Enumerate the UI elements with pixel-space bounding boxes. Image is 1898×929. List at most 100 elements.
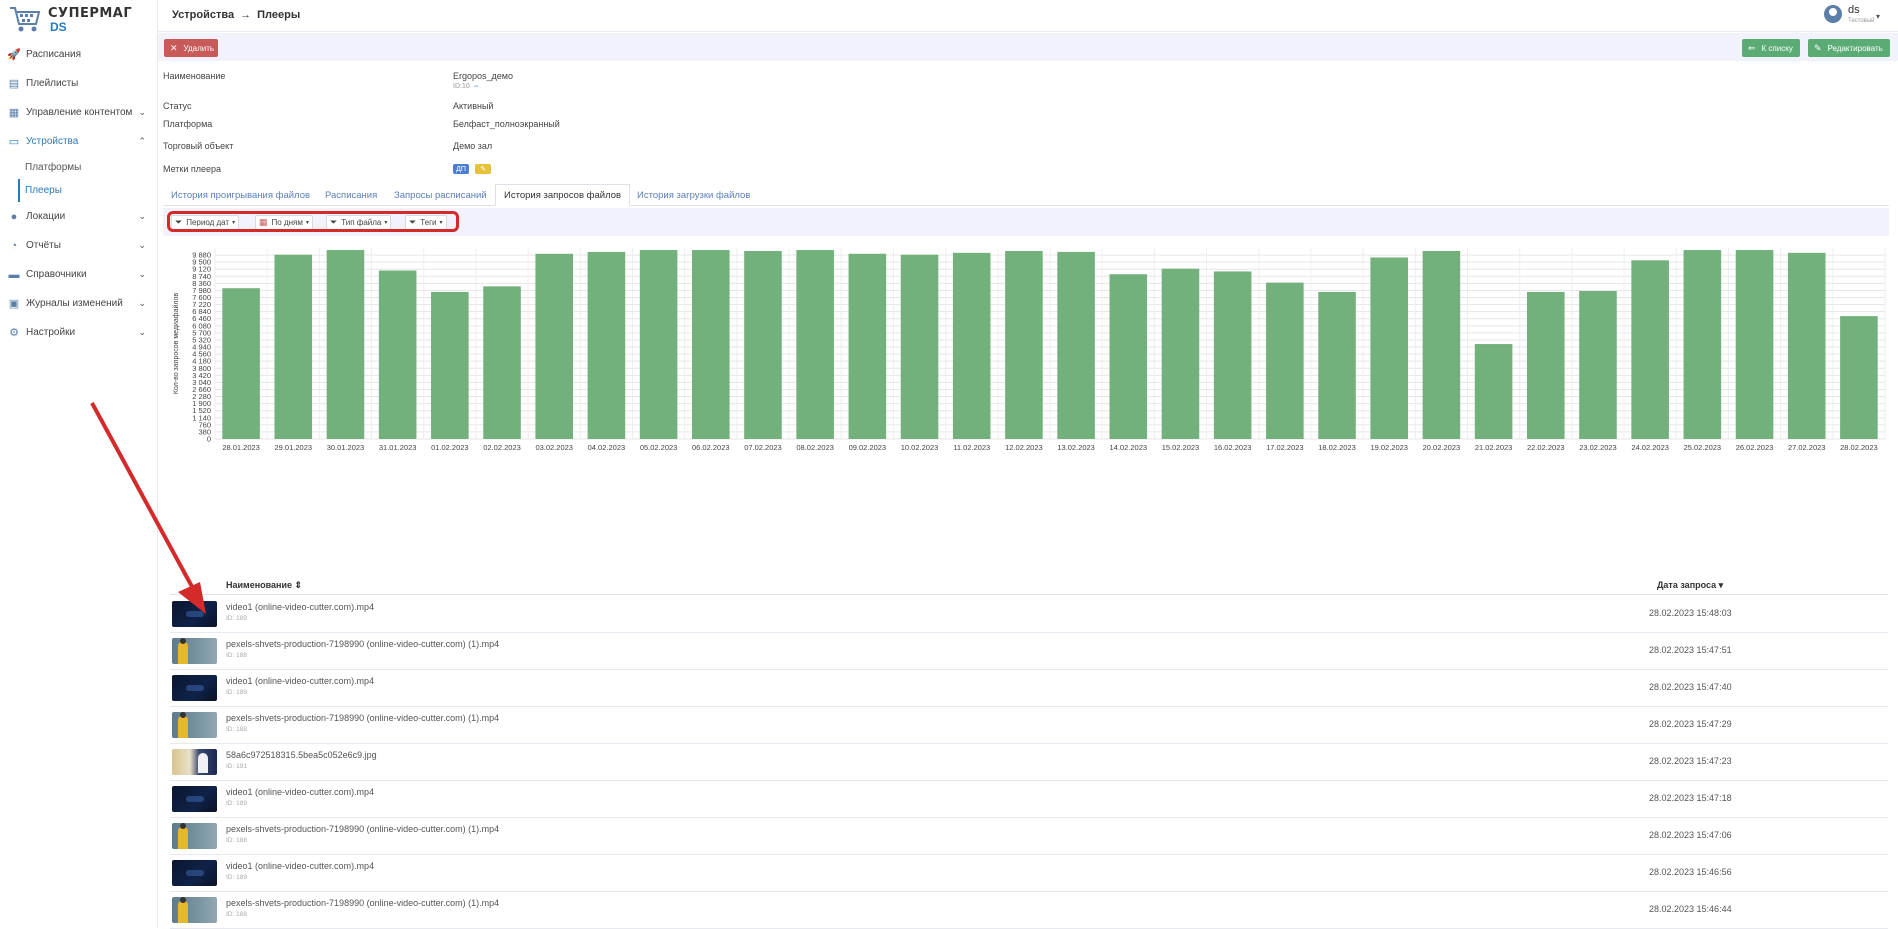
sidebar-item-change-logs[interactable]: ▣ Журналы изменений ⌄ xyxy=(0,289,158,318)
file-thumbnail[interactable] xyxy=(172,712,217,738)
edit-button[interactable]: ✎ Редактировать xyxy=(1808,39,1890,57)
sidebar-item-settings[interactable]: ⚙ Настройки ⌄ xyxy=(0,318,158,347)
sidebar-nav: 🚀 Расписания ▤ Плейлисты ▦ Управление контент… xyxy=(0,40,158,347)
request-date: 28.02.2023 15:47:40 xyxy=(1649,682,1732,692)
table-row[interactable]: video1 (online-video-cutter.com).mp4 ID: … xyxy=(170,855,1888,892)
x-tick-label: 23.02.2023 xyxy=(1579,443,1617,452)
file-thumbnail[interactable] xyxy=(172,823,217,849)
breadcrumb-devices[interactable]: Устройства xyxy=(172,9,234,21)
x-tick-label: 02.02.2023 xyxy=(483,443,521,452)
x-tick-label: 11.02.2023 xyxy=(953,443,990,452)
file-name: video1 (online-video-cutter.com).mp4 xyxy=(226,676,375,686)
file-name: video1 (online-video-cutter.com).mp4 xyxy=(226,787,375,797)
sidebar: СУПЕРМАГ DS 🚀 Расписания ▤ Плейлисты ▦ Управл… xyxy=(0,0,158,928)
file-thumbnail[interactable] xyxy=(172,675,217,701)
file-thumbnail[interactable] xyxy=(172,786,217,812)
file-thumbnail[interactable] xyxy=(172,601,217,627)
tab-file-request-history[interactable]: История запросов файлов xyxy=(495,184,631,206)
file-thumbnail[interactable] xyxy=(172,860,217,886)
sidebar-item-players[interactable]: Плееры xyxy=(18,179,158,202)
prop-label: Статус xyxy=(163,101,192,111)
tab-schedules[interactable]: Расписания xyxy=(317,184,385,206)
sidebar-item-locations[interactable]: ● Локации ⌄ xyxy=(0,202,158,231)
x-tick-label: 25.02.2023 xyxy=(1684,443,1722,452)
x-tick-label: 22.02.2023 xyxy=(1527,443,1565,452)
file-thumbnail[interactable] xyxy=(172,749,217,775)
tab-playback-history[interactable]: История проигрывания файлов xyxy=(163,184,318,206)
location-icon: ● xyxy=(10,210,18,223)
request-date: 28.02.2023 15:47:18 xyxy=(1649,793,1732,803)
sidebar-item-platforms[interactable]: Платформы xyxy=(18,156,158,179)
x-tick-label: 06.02.2023 xyxy=(692,443,730,452)
delete-button[interactable]: ✕ Удалить xyxy=(164,39,218,57)
chart-bar xyxy=(1005,250,1043,439)
tab-file-download-history[interactable]: История загрузки файлов xyxy=(629,184,758,206)
column-name-header[interactable]: Наименование ⇕ xyxy=(226,580,302,591)
file-id: ID: 188 xyxy=(226,726,247,733)
chart-bar xyxy=(1840,316,1878,439)
user-menu[interactable]: ds Тестовый ▾ xyxy=(1824,4,1884,27)
file-name: pexels-shvets-production-7198990 (online… xyxy=(226,824,500,834)
x-tick-label: 27.02.2023 xyxy=(1788,443,1826,452)
logo[interactable]: СУПЕРМАГ DS xyxy=(8,2,148,36)
back-to-list-button[interactable]: ⇐ К списку xyxy=(1742,39,1800,57)
file-thumbnail[interactable] xyxy=(172,638,217,664)
request-date: 28.02.2023 15:46:44 xyxy=(1649,904,1732,914)
prop-value: Ergopos_демо xyxy=(453,71,513,81)
tag-badge[interactable]: ДП xyxy=(453,164,469,174)
sidebar-item-devices[interactable]: ▭ Устройства ⌃ xyxy=(0,127,158,156)
chart-bar xyxy=(1213,271,1252,439)
table-row[interactable]: pexels-shvets-production-7198990 (online… xyxy=(170,892,1888,929)
action-bar: ✕ Удалить ⇐ К списку ✎ Редактировать xyxy=(158,33,1898,61)
table-row[interactable]: 58a6c972518315.5bea5c052e6c9.jpg ID: 191 2… xyxy=(170,744,1888,781)
file-thumbnail[interactable] xyxy=(172,897,217,923)
x-tick-label: 13.02.2023 xyxy=(1057,443,1095,452)
chart-bar xyxy=(1109,274,1148,439)
cart-logo-icon xyxy=(10,7,41,32)
sidebar-item-label: Управление контентом xyxy=(26,107,133,118)
file-id: ID: 188 xyxy=(226,652,247,659)
x-tick-label: 15.02.2023 xyxy=(1162,443,1200,452)
file-id: ID: 189 xyxy=(226,800,247,807)
x-tick-label: 10.02.2023 xyxy=(901,443,939,452)
x-tick-label: 01.02.2023 xyxy=(431,443,469,452)
chart-bar xyxy=(222,288,260,439)
tab-schedule-requests[interactable]: Запросы расписаний xyxy=(386,184,495,206)
prop-label: Метки плеера xyxy=(163,164,222,174)
x-tick-label: 08.02.2023 xyxy=(796,443,834,452)
x-tick-label: 05.02.2023 xyxy=(640,443,678,452)
table-row[interactable]: video1 (online-video-cutter.com).mp4 ID: … xyxy=(170,781,1888,818)
link-icon[interactable]: ⇔ xyxy=(473,83,480,90)
content-icon: ▦ xyxy=(8,107,20,119)
request-date: 28.02.2023 15:46:56 xyxy=(1649,867,1732,877)
tab-bar: История проигрывания файлов Расписания З… xyxy=(163,184,1889,206)
y-axis-label: Кол-во запросов медиафайлов xyxy=(172,293,180,395)
y-tick-label: 9 880 xyxy=(192,251,211,260)
chart-bar xyxy=(744,250,782,439)
table-row[interactable]: video1 (online-video-cutter.com).mp4 ID: … xyxy=(170,596,1888,633)
x-tick-label: 28.02.2023 xyxy=(1840,443,1878,452)
table-row[interactable]: pexels-shvets-production-7198990 (online… xyxy=(170,707,1888,744)
user-role: Тестовый xyxy=(1848,18,1875,24)
sidebar-item-reports[interactable]: ◔ Отчёты ⌄ xyxy=(0,231,158,260)
file-name: video1 (online-video-cutter.com).mp4 xyxy=(226,602,375,612)
table-row[interactable]: video1 (online-video-cutter.com).mp4 ID: … xyxy=(170,670,1888,707)
x-tick-label: 12.02.2023 xyxy=(1005,443,1043,452)
sidebar-item-playlists[interactable]: ▤ Плейлисты xyxy=(0,69,158,98)
sidebar-item-content-management[interactable]: ▦ Управление контентом ⌄ xyxy=(0,98,158,127)
table-header: Наименование ⇕ Дата запроса ▾ xyxy=(170,578,1888,595)
journal-icon: ▣ xyxy=(8,298,20,310)
brand-suffix: DS xyxy=(50,20,67,34)
sidebar-item-label: Настройки xyxy=(26,327,76,338)
sidebar-item-schedules[interactable]: 🚀 Расписания xyxy=(0,40,158,69)
column-date-header[interactable]: Дата запроса ▾ xyxy=(1657,580,1723,591)
requests-chart: 0 380 760 1 140 1 520 1 900 2 280 2 660 3 040 3 4… xyxy=(163,244,1889,552)
prop-value: Белфаст_полноэкранный xyxy=(453,119,560,129)
table-row[interactable]: pexels-shvets-production-7198990 (online… xyxy=(170,818,1888,855)
sidebar-item-directories[interactable]: ▬ Справочники ⌄ xyxy=(0,260,158,289)
tag-edit-icon[interactable]: ✎ xyxy=(475,164,491,174)
chart-bar xyxy=(1474,344,1513,439)
table-row[interactable]: pexels-shvets-production-7198990 (online… xyxy=(170,633,1888,670)
chevron-up-icon: ⌃ xyxy=(138,136,146,146)
file-name: video1 (online-video-cutter.com).mp4 xyxy=(226,861,375,871)
